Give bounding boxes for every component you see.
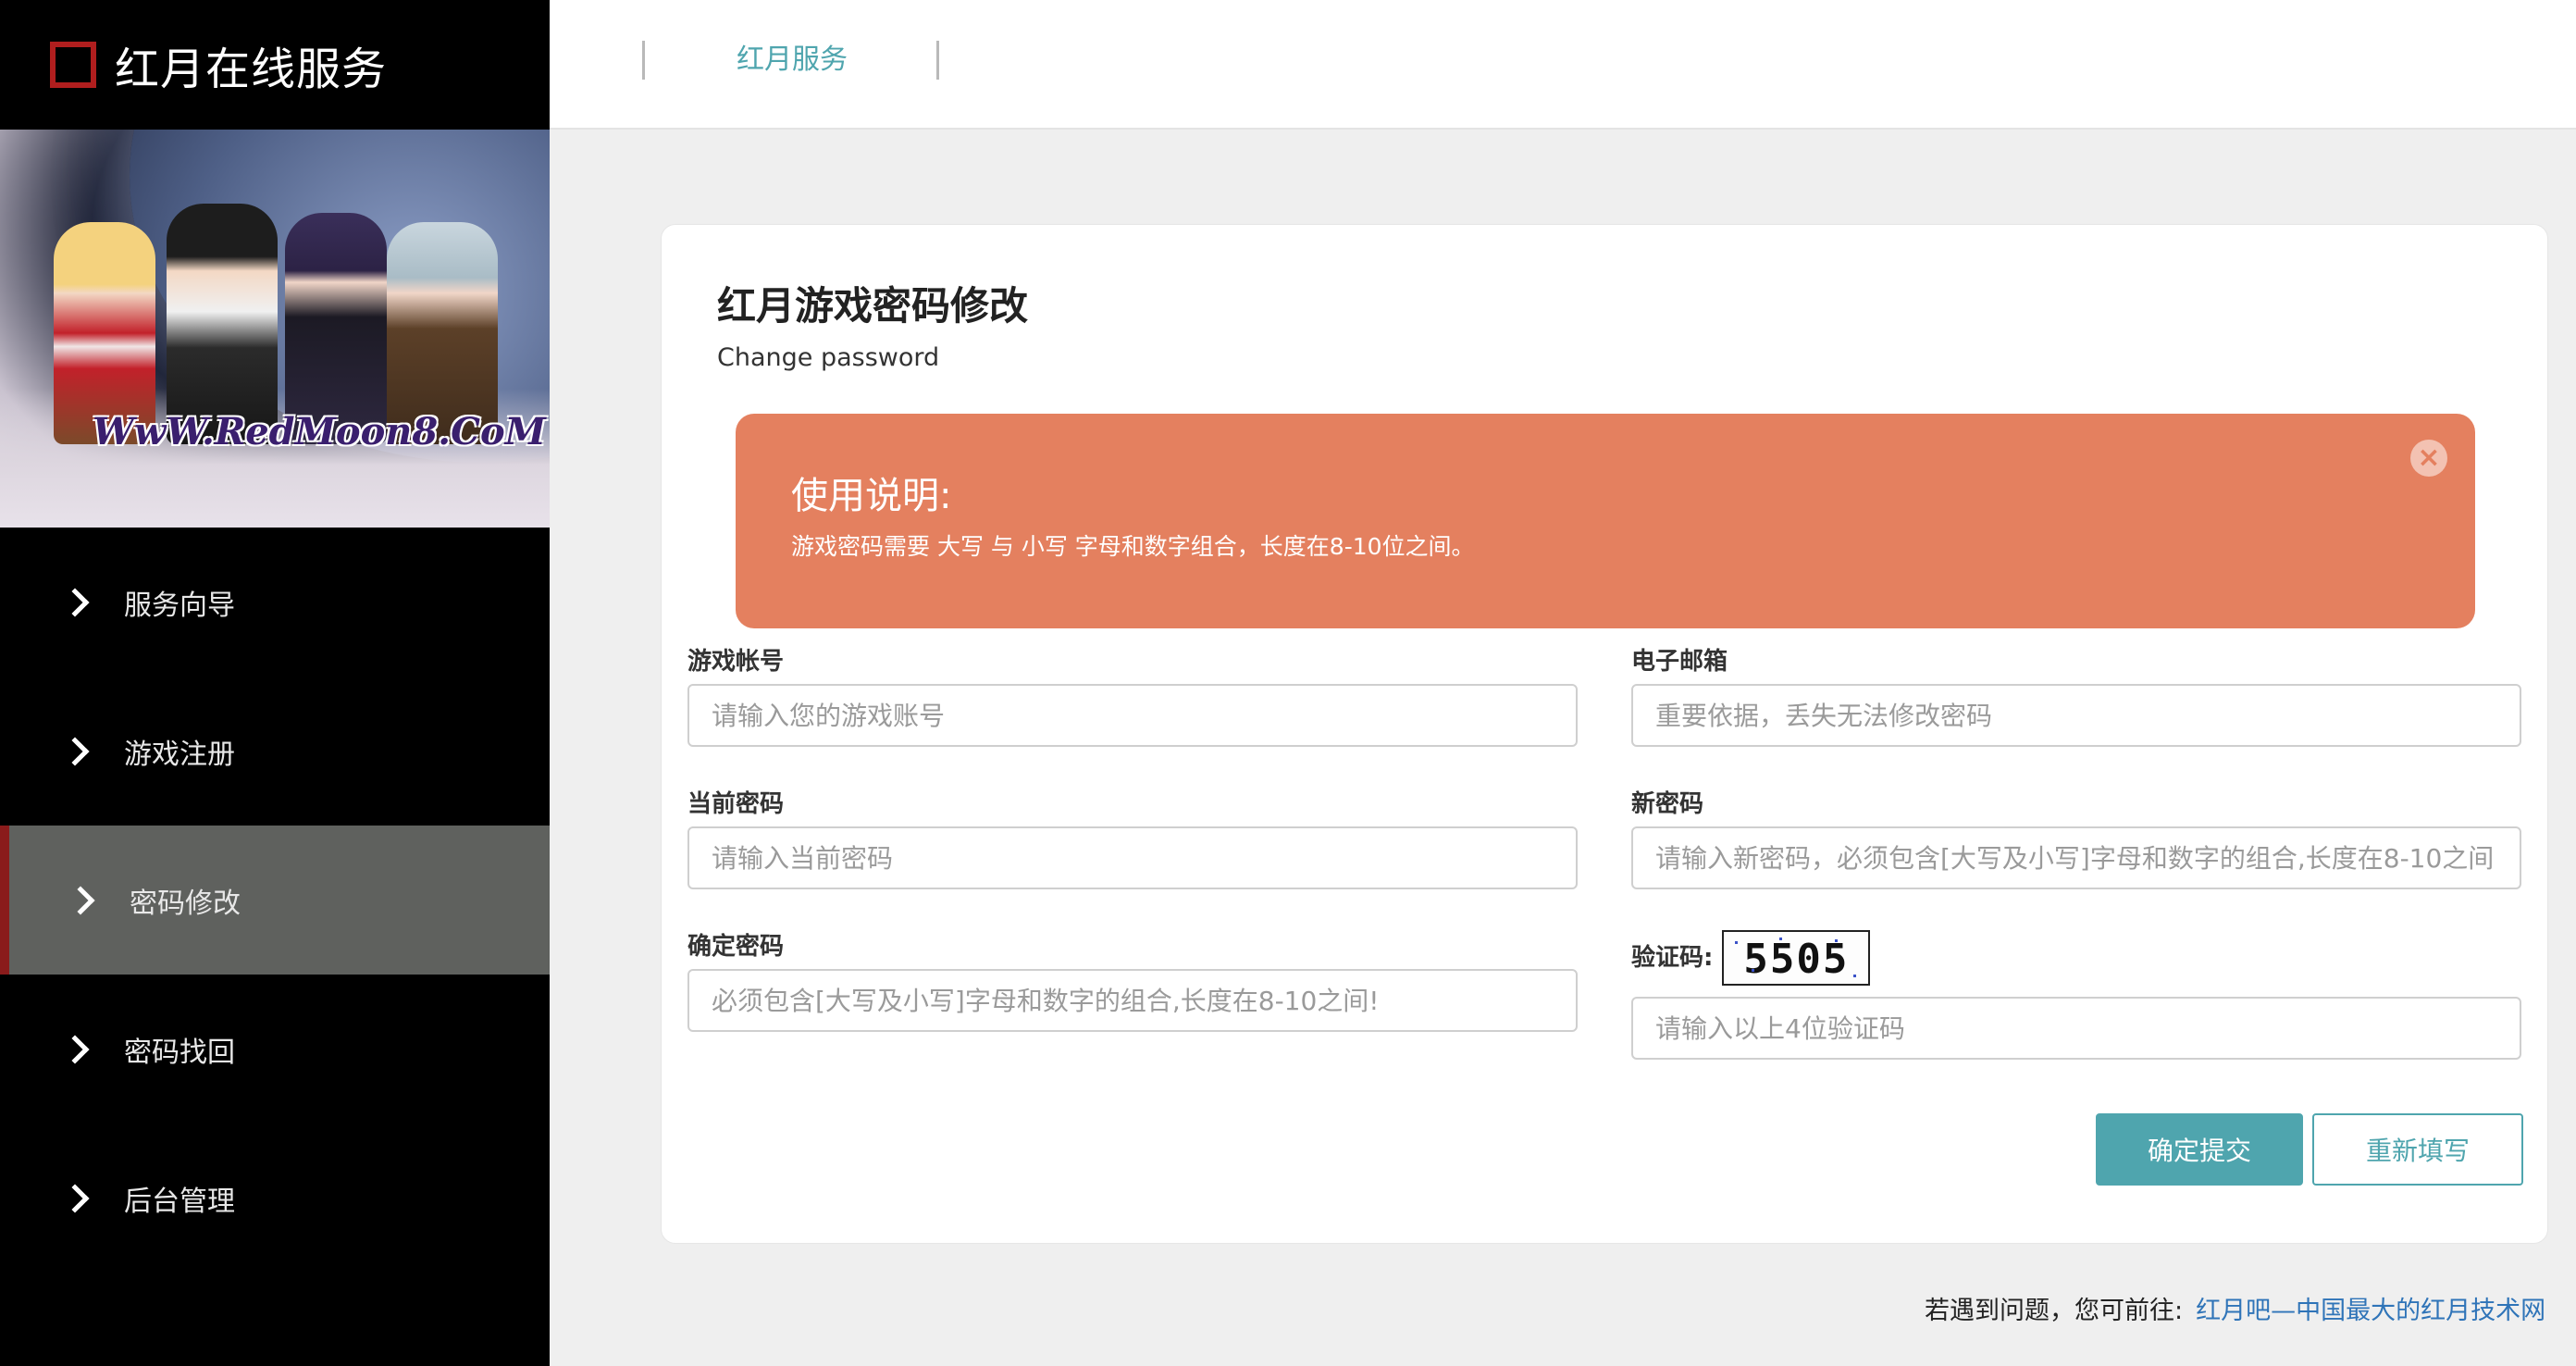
- current-password-label: 当前密码: [687, 790, 785, 818]
- brand[interactable]: 红月在线服务: [0, 0, 550, 130]
- current-password-input[interactable]: [687, 826, 1578, 889]
- help-footer: 若遇到问题，您可前往: 红月吧—中国最大的红月技术网: [1925, 1290, 2545, 1326]
- brand-logo-icon: [50, 42, 96, 88]
- help-text: 若遇到问题，您可前往:: [1925, 1297, 2184, 1325]
- captcha-noise: [1735, 941, 1739, 944]
- new-password-label: 新密码: [1631, 790, 1704, 818]
- captcha-label: 验证码:: [1631, 944, 1714, 972]
- alert-title: 使用说明:: [791, 475, 952, 517]
- top-header: 红月服务: [550, 0, 2576, 130]
- chevron-right-icon: [60, 736, 90, 766]
- captcha-noise: [1752, 969, 1755, 972]
- captcha-noise: [1853, 975, 1857, 977]
- page-subtitle: Change password: [717, 343, 940, 372]
- email-label: 电子邮箱: [1631, 648, 1728, 676]
- chevron-right-icon: [60, 587, 90, 617]
- sidebar-item-admin[interactable]: 后台管理: [0, 1124, 550, 1273]
- captcha-field-group: 验证码: 5505: [1631, 928, 2521, 1060]
- header-divider: [936, 41, 939, 80]
- captcha-input[interactable]: [1631, 997, 2521, 1060]
- change-password-card: 红月游戏密码修改 Change password 使用说明: 游戏密码需要 大写…: [661, 224, 2548, 1244]
- account-input[interactable]: [687, 684, 1578, 747]
- account-label: 游戏帐号: [687, 648, 785, 676]
- new-password-field-group: 新密码: [1631, 786, 2521, 889]
- sidebar-nav: 服务向导 游戏注册 密码修改 密码找回 后台管理: [0, 528, 550, 1273]
- sidebar-item-label: 后台管理: [124, 1185, 235, 1218]
- email-input[interactable]: [1631, 684, 2521, 747]
- chevron-right-icon: [66, 885, 95, 915]
- confirm-password-input[interactable]: [687, 969, 1578, 1032]
- sidebar-item-game-register[interactable]: 游戏注册: [0, 677, 550, 826]
- chevron-right-icon: [60, 1183, 90, 1213]
- header-divider: [642, 41, 645, 80]
- chevron-right-icon: [60, 1034, 90, 1064]
- character-dark-hair: [167, 204, 278, 444]
- submit-button[interactable]: 确定提交: [2096, 1113, 2303, 1186]
- new-password-input[interactable]: [1631, 826, 2521, 889]
- sidebar-item-label: 密码找回: [124, 1036, 235, 1069]
- alert-text: 游戏密码需要 大写 与 小写 字母和数字组合，长度在8-10位之间。: [791, 533, 1475, 560]
- captcha-code: 5505: [1743, 936, 1850, 983]
- confirm-password-field-group: 确定密码: [687, 928, 1578, 1032]
- email-field-group: 电子邮箱: [1631, 643, 2521, 747]
- sidebar-item-change-password[interactable]: 密码修改: [0, 826, 550, 975]
- help-link[interactable]: 红月吧—中国最大的红月技术网: [2196, 1297, 2545, 1325]
- captcha-noise: [1779, 938, 1783, 940]
- sidebar-item-service-guide[interactable]: 服务向导: [0, 528, 550, 677]
- confirm-password-label: 确定密码: [687, 933, 785, 961]
- banner-watermark: WwW.RedMoon8.CoM: [93, 410, 546, 453]
- sidebar-item-label: 服务向导: [124, 589, 235, 622]
- tab-redmoon-service[interactable]: 红月服务: [737, 41, 848, 80]
- captcha-image[interactable]: 5505: [1722, 930, 1871, 986]
- instructions-alert: 使用说明: 游戏密码需要 大写 与 小写 字母和数字组合，长度在8-10位之间。…: [736, 414, 2475, 628]
- sidebar-item-label: 游戏注册: [124, 738, 235, 771]
- sidebar: 红月在线服务 WwW.RedMoon8.CoM 服务向导 游戏注册 密码修改 密…: [0, 0, 550, 1366]
- captcha-noise: [1835, 939, 1839, 942]
- brand-title: 红月在线服务: [115, 43, 388, 95]
- sidebar-item-label: 密码修改: [130, 887, 241, 920]
- reset-button[interactable]: 重新填写: [2312, 1113, 2523, 1186]
- current-password-field-group: 当前密码: [687, 786, 1578, 889]
- sidebar-item-recover-password[interactable]: 密码找回: [0, 975, 550, 1124]
- close-icon[interactable]: ×: [2410, 440, 2447, 477]
- page-title: 红月游戏密码修改: [717, 283, 1029, 329]
- account-field-group: 游戏帐号: [687, 643, 1578, 747]
- banner-image: WwW.RedMoon8.CoM: [0, 130, 550, 528]
